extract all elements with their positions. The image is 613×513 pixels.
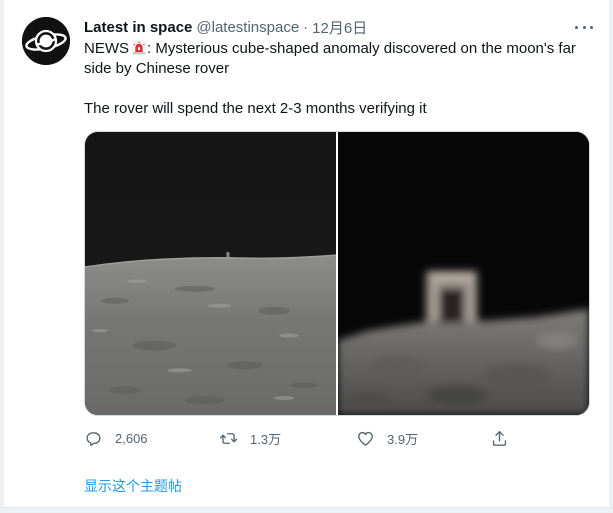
tweet-action-bar: 2,606 1.3万 3.9万 — [84, 426, 514, 450]
retweet-arrows-icon — [219, 432, 238, 444]
header-separator: · — [303, 18, 309, 36]
more-dot-icon — [582, 25, 586, 29]
tweet-text-spacer — [84, 79, 594, 99]
news-label: NEWS — [84, 40, 129, 57]
tweet-media-grid — [84, 131, 590, 416]
avatar[interactable] — [22, 17, 70, 65]
like-count: 3.9万 — [387, 431, 419, 447]
reply-button[interactable]: 2,606 — [84, 426, 148, 450]
tweet-text-line-1-rest: : Mysterious cube-shaped anomaly discove… — [147, 40, 576, 57]
share-upload-icon — [492, 430, 507, 446]
lunar-horizon-photo[interactable] — [85, 132, 336, 415]
window-frame-right — [609, 0, 613, 513]
author-handle[interactable]: @latestinspace — [196, 19, 299, 36]
more-dot-icon — [590, 25, 593, 29]
saturn-planet-icon — [22, 17, 70, 65]
window-frame-bottom — [0, 507, 613, 513]
heart-icon — [358, 431, 373, 446]
more-dot-icon — [575, 25, 578, 29]
reply-count: 2,606 — [115, 430, 148, 446]
police-siren-icon — [132, 41, 146, 55]
tweet-text-line-3: The rover will spend the next 2-3 months… — [84, 100, 427, 117]
retweet-count: 1.3万 — [250, 431, 282, 447]
share-button[interactable] — [490, 426, 509, 450]
retweet-button[interactable]: 1.3万 — [219, 426, 281, 450]
show-thread-link[interactable]: 显示这个主题帖 — [84, 476, 182, 496]
window-frame-left — [0, 0, 4, 513]
tweet-text: NEWS : Mysterious cube-shaped anomaly dis… — [84, 39, 594, 119]
tweet-date[interactable]: 12月6日 — [312, 17, 367, 38]
more-options-button[interactable] — [573, 20, 595, 34]
tweet-text-line-2: side by Chinese rover — [84, 60, 230, 77]
reply-bubble-icon — [86, 431, 101, 446]
tweet-text-line-1: NEWS : Mysterious cube-shaped anomaly dis… — [84, 39, 594, 59]
tweet-header: Latest in space @latestinspace · 12月6日 — [84, 16, 573, 38]
like-button[interactable]: 3.9万 — [356, 426, 418, 450]
zoomed-cube-object-photo[interactable] — [338, 132, 589, 415]
author-display-name[interactable]: Latest in space — [84, 19, 192, 36]
